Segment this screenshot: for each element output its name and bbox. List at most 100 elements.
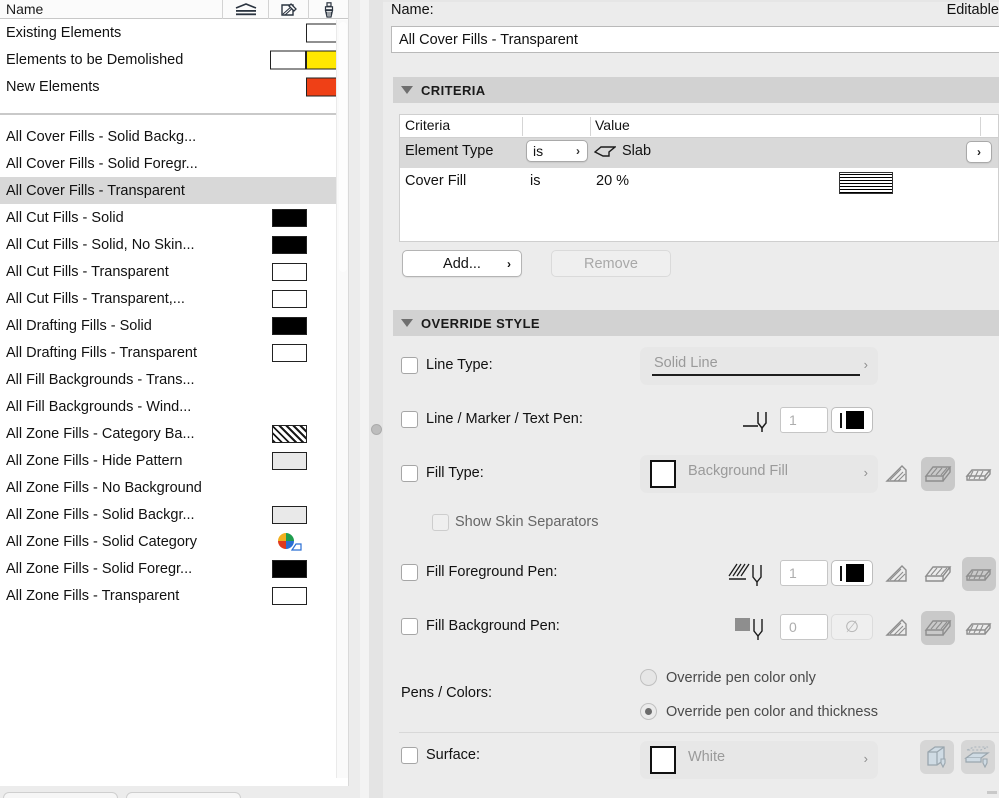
fill-preview-swatch [650,460,676,488]
list-item[interactable]: All Cut Fills - Solid [0,204,348,231]
list-item[interactable]: All Fill Backgrounds - Trans... [0,366,348,393]
surface-flat-paint-icon[interactable] [961,740,995,774]
list-item[interactable]: All Zone Fills - Transparent [0,582,348,609]
fill-foreground-pen-label: Fill Foreground Pen: [426,564,558,580]
line-type-label: Line Type: [426,357,493,373]
list-item[interactable]: All Cover Fills - Transparent [0,177,348,204]
criteria-row-expand-button[interactable]: › [966,141,992,163]
list-item-label: All Cut Fills - Transparent [6,263,169,280]
list-item-swatch[interactable] [272,451,307,470]
list-item[interactable]: Elements to be Demolished [0,46,360,73]
zone-category-icon[interactable] [276,532,302,552]
fill-pen-icon[interactable] [268,0,308,19]
list-item-swatch[interactable] [272,316,307,335]
list-item[interactable]: All Zone Fills - Solid Category [0,528,348,555]
list-item[interactable]: Existing Elements [0,19,360,46]
drafting-fill-icon[interactable] [962,611,996,645]
criteria-section-header[interactable]: CRITERIA [393,77,999,103]
disclosure-triangle-icon[interactable] [401,86,413,94]
drafting-fill-icon[interactable] [962,557,996,591]
column-header-name[interactable]: Name [6,1,43,17]
add-button-label: Add... [443,255,481,272]
swatch-demolished-a[interactable] [270,50,306,69]
list-divider [0,113,348,115]
list-item[interactable]: All Cover Fills - Solid Foregr... [0,150,348,177]
bottom-button-2[interactable] [126,792,241,798]
fill-foreground-pen-color-swatch[interactable] [831,560,873,586]
criteria-table: Criteria Value Element Type is › Slab › … [399,114,999,242]
fill-type-dropdown[interactable]: Background Fill › [640,455,878,493]
radio-override-pen-color-only[interactable] [640,669,657,686]
list-item-swatch[interactable] [272,235,307,254]
section-divider [399,732,999,733]
criteria-value: 20 % [596,173,630,189]
list-item[interactable]: All Drafting Fills - Transparent [0,339,348,366]
slab-icon [593,145,617,159]
cover-fill-icon[interactable] [921,457,955,491]
list-item[interactable]: All Cover Fills - Solid Backg... [0,123,348,150]
list-item-swatch[interactable] [272,424,307,443]
surface-checkbox[interactable] [401,747,418,764]
disclosure-triangle-icon[interactable] [401,319,413,327]
criteria-operator-dropdown[interactable]: is › [526,140,588,162]
cover-fill-icon[interactable] [921,611,955,645]
name-input[interactable]: All Cover Fills - Transparent [391,26,999,53]
list-item[interactable]: All Drafting Fills - Solid [0,312,348,339]
override-style-section-header[interactable]: OVERRIDE STYLE [393,310,999,336]
cut-fill-icon[interactable] [880,611,914,645]
cut-fill-icon[interactable] [880,557,914,591]
fill-foreground-pen-checkbox[interactable] [401,564,418,581]
list-item[interactable]: All Cut Fills - Solid, No Skin... [0,231,348,258]
list-item-swatch[interactable] [272,208,307,227]
line-pen-number-input[interactable]: 1 [780,407,828,433]
show-skin-separators-checkbox[interactable] [432,514,449,531]
list-item[interactable]: All Fill Backgrounds - Wind... [0,393,348,420]
add-criteria-button[interactable]: Add... › [402,250,522,277]
list-item[interactable]: All Zone Fills - Hide Pattern [0,447,348,474]
layers-icon[interactable] [222,0,268,19]
fill-background-pen-checkbox[interactable] [401,618,418,635]
line-marker-text-pen-checkbox[interactable] [401,411,418,428]
left-list-scrollbar[interactable] [336,20,348,778]
line-type-dropdown[interactable]: Solid Line › [640,347,878,385]
line-marker-text-pen-label: Line / Marker / Text Pen: [426,411,583,427]
bottom-button-1[interactable] [3,792,118,798]
line-pen-color-swatch[interactable] [831,407,873,433]
list-item[interactable]: All Cut Fills - Transparent [0,258,348,285]
left-list-scrollbar-thumb[interactable] [339,22,347,272]
favorites-list[interactable]: All Cover Fills - Solid Backg... All Cove… [0,123,348,778]
surface-3d-paint-icon[interactable] [920,740,954,774]
list-item-swatch[interactable] [272,505,307,524]
list-item[interactable]: All Zone Fills - Solid Backgr... [0,501,348,528]
criteria-row-cover-fill[interactable]: Cover Fill is 20 % [400,168,998,198]
fill-pattern-swatch[interactable] [839,172,893,194]
fill-type-checkbox[interactable] [401,465,418,482]
list-item[interactable]: All Zone Fills - Category Ba... [0,420,348,447]
surface-dropdown[interactable]: White › [640,741,878,779]
cover-fill-icon[interactable] [921,557,955,591]
fill-background-pen-number-input[interactable]: 0 [780,614,828,640]
list-item[interactable]: New Elements [0,73,360,100]
list-item[interactable]: All Cut Fills - Transparent,... [0,285,348,312]
left-panel-edge [348,0,360,798]
panel-splitter-handle[interactable] [371,424,382,435]
fill-background-pen-color-swatch[interactable]: ∅ [831,614,873,640]
fill-foreground-pen-number-input[interactable]: 1 [780,560,828,586]
list-item-swatch[interactable] [272,586,307,605]
drafting-fill-icon[interactable] [962,457,996,491]
pens-colors-label: Pens / Colors: [401,685,493,701]
list-item-swatch[interactable] [272,262,307,281]
cut-fill-icon[interactable] [880,457,914,491]
list-item-swatch[interactable] [272,343,307,362]
line-type-checkbox[interactable] [401,357,418,374]
show-skin-separators-label: Show Skin Separators [455,514,599,530]
criteria-row-element-type[interactable]: Element Type is › Slab › [400,138,998,168]
list-item-swatch[interactable] [272,559,307,578]
list-item-label: All Cut Fills - Solid, No Skin... [6,236,195,253]
list-item[interactable]: All Zone Fills - No Background [0,474,348,501]
list-item-swatch[interactable] [272,289,307,308]
list-item[interactable]: All Zone Fills - Solid Foregr... [0,555,348,582]
radio-override-pen-color-and-thickness[interactable] [640,703,657,720]
surface-brush-icon[interactable] [308,0,348,19]
remove-criteria-button[interactable]: Remove [551,250,671,277]
